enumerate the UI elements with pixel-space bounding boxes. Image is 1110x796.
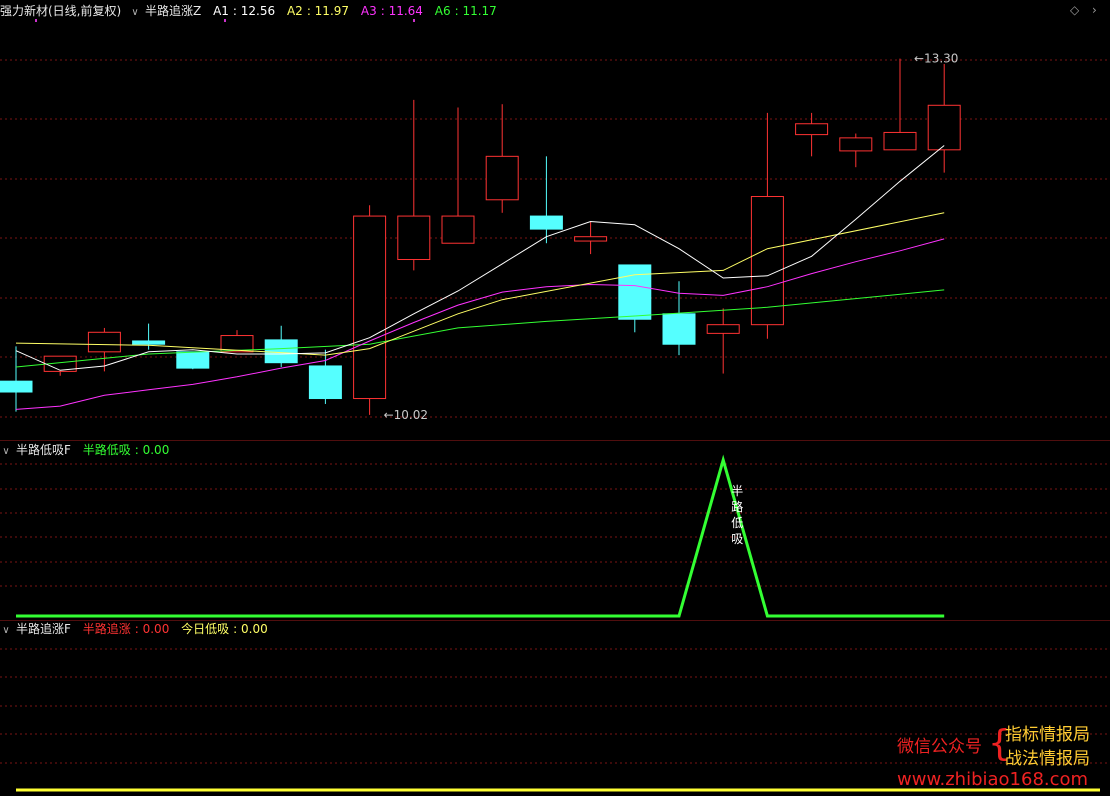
candle-body [883,131,917,151]
candle-body [706,324,740,334]
candle-body [839,137,873,152]
signal-label: 低 [731,516,743,530]
candle-body [795,123,829,136]
sub1-name: 半路低吸F [16,443,71,457]
candle-body [441,215,475,244]
candle-body [485,155,519,201]
candle-body [264,339,298,364]
candle-body [618,264,652,320]
candle-body [87,331,121,353]
watermark-url: www.zhibiao168.com [897,769,1089,790]
signal-label: 半 [731,484,743,498]
candle-body [927,104,961,151]
candle-body [0,380,33,393]
candle-body [176,351,210,369]
sub2-header: ∨ 半路追涨F 半路追涨: 0.00 今日低吸: 0.00 [0,620,276,638]
signal-label: 路 [731,499,743,514]
main-header: 强力新材(日线,前复权) ∨ 半路追涨Z A1: 12.56 A2: 11.97 … [0,2,505,20]
signal-panel-2[interactable]: ∨ 半路追涨F 半路追涨: 0.00 今日低吸: 0.00 微信公众号 { 指标情… [0,620,1110,796]
chevron-down-icon[interactable]: ∨ [129,4,141,22]
sub2-name: 半路追涨F [16,622,71,636]
price-annotation: ←13.30 [914,52,958,66]
signal-line [16,454,945,618]
indicator-name: 半路追涨Z [145,4,202,18]
candlestick-chart[interactable]: ←13.30 ←10.02 [0,0,1110,440]
sub1-value: 半路低吸: 0.00 [82,443,170,457]
diamond-icon[interactable]: ◇ [1070,3,1079,17]
candle-body [574,236,608,242]
candle-body [308,365,342,400]
sub2-value-2: 今日低吸: 0.00 [181,622,268,636]
ma-a6-line [15,289,945,368]
sub1-header: ∨ 半路低吸F 半路低吸: 0.00 [0,441,177,459]
ma-a2-line [15,212,945,356]
chevron-right-icon[interactable]: › [1092,3,1097,17]
watermark-brand-1: 指标情报局 [1005,725,1090,745]
main-chart-panel[interactable]: 强力新材(日线,前复权) ∨ 半路追涨Z A1: 12.56 A2: 11.97 … [0,0,1110,440]
stock-name: 强力新材(日线,前复权) [0,4,122,18]
candle-body [750,196,784,326]
candle-body [529,215,563,230]
ma-a2-label: A2: 11.97 [286,4,350,18]
chevron-down-icon[interactable]: ∨ [0,443,12,461]
candle-body [353,215,387,400]
price-annotation: ←10.02 [384,408,428,422]
ma-a6-label: A6: 11.17 [434,4,497,18]
signal-label: 吸 [731,532,743,546]
watermark-wechat: 微信公众号 [897,737,982,757]
ma-a3-label: A3: 11.64 [360,4,423,18]
signal-chart[interactable]: 半路低吸 [0,440,1110,620]
candle-body [132,340,166,345]
ma-a3-line [15,238,945,410]
chevron-down-icon[interactable]: ∨ [0,622,12,640]
ma-a1-label: A1: 12.56 [213,4,276,18]
watermark-brand-2: 战法情报局 [1005,749,1090,769]
signal-panel-1[interactable]: ∨ 半路低吸F 半路低吸: 0.00 半路低吸 [0,440,1110,620]
candle-body [662,313,696,345]
sub2-value-1: 半路追涨: 0.00 [82,622,170,636]
candle-body [397,215,431,261]
